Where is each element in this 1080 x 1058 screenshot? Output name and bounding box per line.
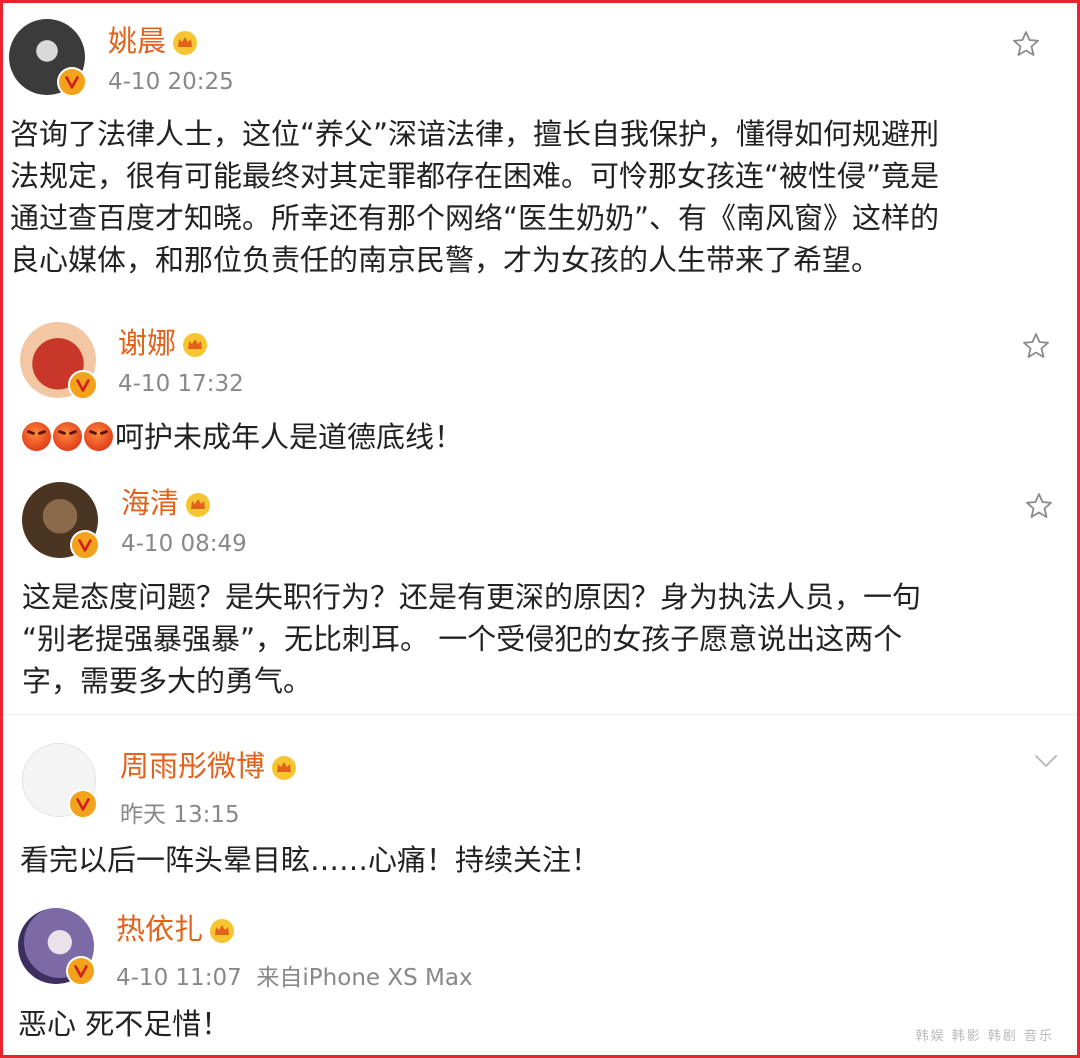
timestamp: 4-10 20:25 [108,69,234,95]
star-icon[interactable] [1021,331,1051,361]
avatar[interactable] [22,482,100,560]
avatar[interactable] [22,743,98,819]
post-source: 来自iPhone XS Max [256,965,473,991]
comment-line: 良心媒体，和那位负责任的南京民警，才为女孩的人生带来了希望。 [10,243,881,277]
verified-badge-icon [57,67,87,97]
comment-text: 呵护未成年人是道德底线！ [22,416,463,458]
verified-badge-icon [68,370,98,400]
comment-text: 看完以后一阵头晕目眩……心痛！持续关注！ [20,839,600,881]
comment-item: 周雨彤微博 昨天 13:15 看完以后一阵头晕目眩……心痛！持续关注！ [0,715,1080,890]
crown-icon [186,493,211,517]
crown-icon [173,31,198,55]
crown-icon [183,333,208,357]
comment-line: 恶心 死不足惜！ [18,1007,231,1041]
timestamp: 4-10 11:07 来自iPhone XS Max [116,965,473,991]
comment-line: 这是态度问题？是失职行为？还是有更深的原因？身为执法人员，一句 [22,580,922,614]
watermark: 韩娱 韩影 韩剧 音乐 [915,1029,1054,1044]
comment-item: 谢娜 4-10 17:32 呵护未成年人是道德底线！ [0,300,1080,460]
comment-line: 通过查百度才知晓。所幸还有那个网络“医生奶奶”、有《南风窗》这样的 [10,201,940,235]
verified-badge-icon [70,530,100,560]
comment-text: 恶心 死不足惜！ [18,1003,230,1045]
comment-line: 法规定，很有可能最终对其定罪都存在困难。可怜那女孩连“被性侵”竟是 [10,159,940,193]
timestamp: 昨天 13:15 [120,802,240,828]
timestamp: 4-10 17:32 [118,371,244,397]
user-name[interactable]: 姚晨 [108,18,198,60]
star-icon[interactable] [1011,29,1041,59]
avatar[interactable] [20,322,98,400]
angry-emoji-icon [84,422,113,451]
user-name[interactable]: 周雨彤微博 [120,743,297,785]
user-name[interactable]: 海清 [121,480,211,522]
angry-emoji-icon [53,422,82,451]
angry-emoji-icon [22,422,51,451]
comment-line: 字，需要多大的勇气。 [22,664,313,698]
star-icon[interactable] [1024,491,1054,521]
crown-icon [272,756,297,780]
user-name[interactable]: 热依扎 [116,906,235,948]
comment-text: 咨询了法律人士，这位“养父”深谙法律，擅长自我保护，懂得如何规避刑 法规定，很有… [10,113,939,281]
comment-line: “别老提强暴强暴”，无比刺耳。 一个受侵犯的女孩子愿意说出这两个 [22,622,903,656]
comment-item: 海清 4-10 08:49 这是态度问题？是失职行为？还是有更深的原因？身为执法… [0,460,1080,715]
comment-line: 咨询了法律人士，这位“养父”深谙法律，擅长自我保护，懂得如何规避刑 [10,117,940,151]
verified-badge-icon [66,956,96,986]
chevron-down-icon[interactable] [1032,751,1060,771]
comment-line: 看完以后一阵头晕目眩……心痛！持续关注！ [20,843,601,877]
comment-item: 姚晨 4-10 20:25 咨询了法律人士，这位“养父”深谙法律，擅长自我保护，… [0,0,1080,300]
comment-line: 呵护未成年人是道德底线！ [115,420,464,454]
user-name[interactable]: 谢娜 [118,320,208,362]
verified-badge-icon [68,789,98,819]
timestamp: 4-10 08:49 [121,531,247,557]
avatar[interactable] [18,908,96,986]
avatar[interactable] [9,19,87,97]
comment-text: 这是态度问题？是失职行为？还是有更深的原因？身为执法人员，一句 “别老提强暴强暴… [22,576,921,702]
crown-icon [210,919,235,943]
